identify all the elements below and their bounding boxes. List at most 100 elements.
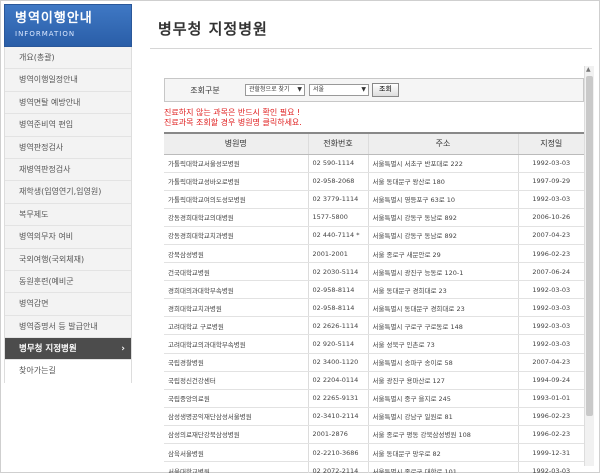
hospital-name-link[interactable]: 국립경찰병원 <box>164 353 308 372</box>
scrollbar-thumb[interactable] <box>586 76 593 416</box>
main-content: 조회구분 관할청으로 찾기 ▼ 서울 ▼ 조회 진료하지 않는 과목은 반드시 … <box>164 78 584 473</box>
hospital-name-link[interactable]: 고려대학교 구로병원 <box>164 316 308 336</box>
sidebar-item-label: 개요(총괄) <box>19 53 55 62</box>
hospital-name-link[interactable]: 가톨릭대학교서울성모병원 <box>164 154 308 173</box>
table-cell: 서울특별시 동대문구 경희대로 23 <box>367 298 518 318</box>
sidebar-item[interactable]: 찾아가는길 <box>5 360 131 383</box>
table-cell: 서울특별시 강남구 일원로 81 <box>367 407 518 426</box>
search-panel: 조회구분 관할청으로 찾기 ▼ 서울 ▼ 조회 <box>164 78 584 102</box>
table-cell: 서울 광진구 용마산로 127 <box>367 371 518 390</box>
hospital-name-link[interactable]: 경희대의과대학부속병원 <box>164 280 308 300</box>
table-cell: 서울특별시 종로구 대학로 101 <box>367 461 518 473</box>
table-row: 서울대학교병원 02 2072-2114 서울특별시 종로구 대학로 101 1992… <box>164 461 584 473</box>
table-row: 삼성생명공익재단삼성서울병원 02-3410-2114 서울특별시 강남구 일원로 … <box>164 407 584 426</box>
table-cell: 02 3779-1114 <box>307 190 368 209</box>
hospital-name-link[interactable]: 고려대학교의과대학부속병원 <box>164 334 308 354</box>
table-cell: 02 2265-9131 <box>307 389 368 408</box>
sidebar-item-label: 병역준비역 편입 <box>19 120 74 130</box>
sidebar-item-label: 복무제도 <box>19 209 49 219</box>
sidebar-item-label: 병역감면 <box>19 299 49 309</box>
hospital-name-link[interactable]: 삼성의료재단강북삼성병원 <box>164 425 308 445</box>
notice-text-2: 진료과목 조회할 경우 병원명 클릭하세요. <box>164 118 302 127</box>
table-row: 강북삼성병원 2001-2001 서울 종로구 새문안로 29 1996-02-23 <box>164 244 584 264</box>
hospital-name-link[interactable]: 삼성생명공익재단삼성서울병원 <box>164 407 308 426</box>
sidebar-item[interactable]: 병역이행일정안내 <box>5 69 131 92</box>
sidebar-item-label: 병무청 지정병원 <box>19 344 77 355</box>
table-cell: 2007-04-23 <box>517 353 584 372</box>
sidebar-item[interactable]: 병역의무자 여비 <box>5 226 131 249</box>
table-row: 강동경희대학교의대병원 1577-5800 서울특별시 강동구 동남로 892 200… <box>164 208 584 227</box>
sidebar-item-label: 병역의무자 여비 <box>19 232 74 242</box>
table-row: 국립정신건강센터 02 2204-0114 서울 광진구 용마산로 127 1994-… <box>164 371 584 390</box>
search-button[interactable]: 조회 <box>372 83 399 97</box>
hospital-name-link[interactable]: 강동경희대학교치과병원 <box>164 226 308 245</box>
table-cell: 02 440-7114 * <box>307 226 368 245</box>
sidebar-item[interactable]: 복무제도 <box>5 203 131 227</box>
hospital-name-link[interactable]: 삼육서울병원 <box>164 443 308 463</box>
sidebar-subtitle: INFORMATION <box>15 30 76 38</box>
hospital-name-link[interactable]: 가톨릭대학교여의도성모병원 <box>164 190 308 209</box>
sidebar-item[interactable]: 병역판정검사 <box>5 136 131 159</box>
table-cell: 1996-02-23 <box>517 407 584 426</box>
region-value: 서울 <box>313 86 325 93</box>
table-cell: 02 2030-5114 <box>307 262 368 282</box>
search-type-select[interactable]: 관할청으로 찾기 ▼ <box>245 84 305 96</box>
table-row: 경희대의과대학부속병원 02-958-8114 서울 동대문구 경희대로 23 199… <box>164 280 584 300</box>
table-cell: 서울 성북구 인촌로 73 <box>367 334 518 354</box>
sidebar-item[interactable]: 병역증명서 등 발급안내 <box>5 315 131 339</box>
column-header: 병원명 <box>164 132 308 155</box>
table-cell: 1992-03-03 <box>517 298 584 318</box>
sidebar-item[interactable]: 재학생(입영연기,입영원) <box>5 181 131 204</box>
region-select[interactable]: 서울 ▼ <box>309 84 369 96</box>
sidebar-item[interactable]: 재병역판정검사 <box>5 158 131 182</box>
scroll-up-icon[interactable]: ▲ <box>586 66 591 73</box>
table-header-row: 병원명 전화번호 주소 지정일 <box>164 132 584 155</box>
table-cell: 1577-5800 <box>307 208 368 227</box>
sidebar-item[interactable]: 동원훈련(예비군 <box>5 270 131 294</box>
search-type-value: 관할청으로 찾기 <box>249 86 290 93</box>
table-cell: 1992-03-03 <box>517 334 584 354</box>
table-cell: 1992-03-03 <box>517 154 584 173</box>
table-cell: 02-958-8114 <box>307 280 368 300</box>
table-row: 삼성의료재단강북삼성병원 2001-2876 서울 종로구 평동 강북삼성병원 10… <box>164 425 584 445</box>
table-cell: 서울특별시 중구 을지로 245 <box>367 389 518 408</box>
table-cell: 1992-03-03 <box>517 190 584 209</box>
table-cell: 1992-03-03 <box>517 461 584 473</box>
column-header: 지정일 <box>517 132 584 155</box>
vertical-scrollbar[interactable]: ▲ <box>584 66 594 466</box>
table-body: 가톨릭대학교서울성모병원 02 590-1114 서울특별시 서초구 반포대로 22… <box>164 154 584 473</box>
hospital-name-link[interactable]: 서울대학교병원 <box>164 461 308 473</box>
hospital-name-link[interactable]: 경희대학교치과병원 <box>164 298 308 318</box>
table-cell: 2006-10-26 <box>517 208 584 227</box>
hospital-name-link[interactable]: 국립정신건강센터 <box>164 371 308 390</box>
sidebar-item-label: 재학생(입영연기,입영원) <box>19 187 102 197</box>
hospital-name-link[interactable]: 강동경희대학교의대병원 <box>164 208 308 227</box>
sidebar-item-label: 동원훈련(예비군 <box>19 276 74 286</box>
table-cell: 1992-03-03 <box>517 316 584 336</box>
table-row: 건국대학교병원 02 2030-5114 서울특별시 광진구 능동로 120-1 20… <box>164 262 584 282</box>
table-row: 국립중앙의료원 02 2265-9131 서울특별시 중구 을지로 245 1993-… <box>164 389 584 408</box>
table-cell: 서울 동대문구 망우로 82 <box>367 443 518 463</box>
sidebar-item[interactable]: 병역면탈 예방안내 <box>5 91 131 115</box>
sidebar-item[interactable]: 병역준비역 편입 <box>5 114 131 137</box>
table-cell: 1997-09-29 <box>517 172 584 191</box>
table-cell: 02-958-2068 <box>307 172 368 191</box>
hospital-name-link[interactable]: 강북삼성병원 <box>164 244 308 264</box>
sidebar-item[interactable]: 국외여행(국외체재) <box>5 248 131 271</box>
table-cell: 1992-03-03 <box>517 280 584 300</box>
sidebar: 병역이행안내 INFORMATION 개요(총괄) 병역이행일정안내 병역면탈 예방… <box>4 4 132 469</box>
column-header: 주소 <box>367 132 518 155</box>
sidebar-item[interactable]: 개요(총괄) <box>5 47 131 70</box>
table-row: 삼육서울병원 02-2210-3686 서울 동대문구 망우로 82 1999-12-… <box>164 443 584 463</box>
table-cell: 02-2210-3686 <box>307 443 368 463</box>
chevron-down-icon: ▼ <box>361 86 366 93</box>
table-cell: 1993-01-01 <box>517 389 584 408</box>
table-cell: 02-3410-2114 <box>307 407 368 426</box>
hospital-name-link[interactable]: 국립중앙의료원 <box>164 389 308 408</box>
table-row: 경희대학교치과병원 02-958-8114 서울특별시 동대문구 경희대로 23 19… <box>164 298 584 318</box>
table-cell: 서울 종로구 새문안로 29 <box>367 244 518 264</box>
hospital-name-link[interactable]: 건국대학교병원 <box>164 262 308 282</box>
sidebar-item[interactable]: 병무청 지정병원 › <box>5 338 131 361</box>
sidebar-item[interactable]: 병역감면 <box>5 293 131 316</box>
hospital-name-link[interactable]: 가톨릭대학교성바오로병원 <box>164 172 308 191</box>
